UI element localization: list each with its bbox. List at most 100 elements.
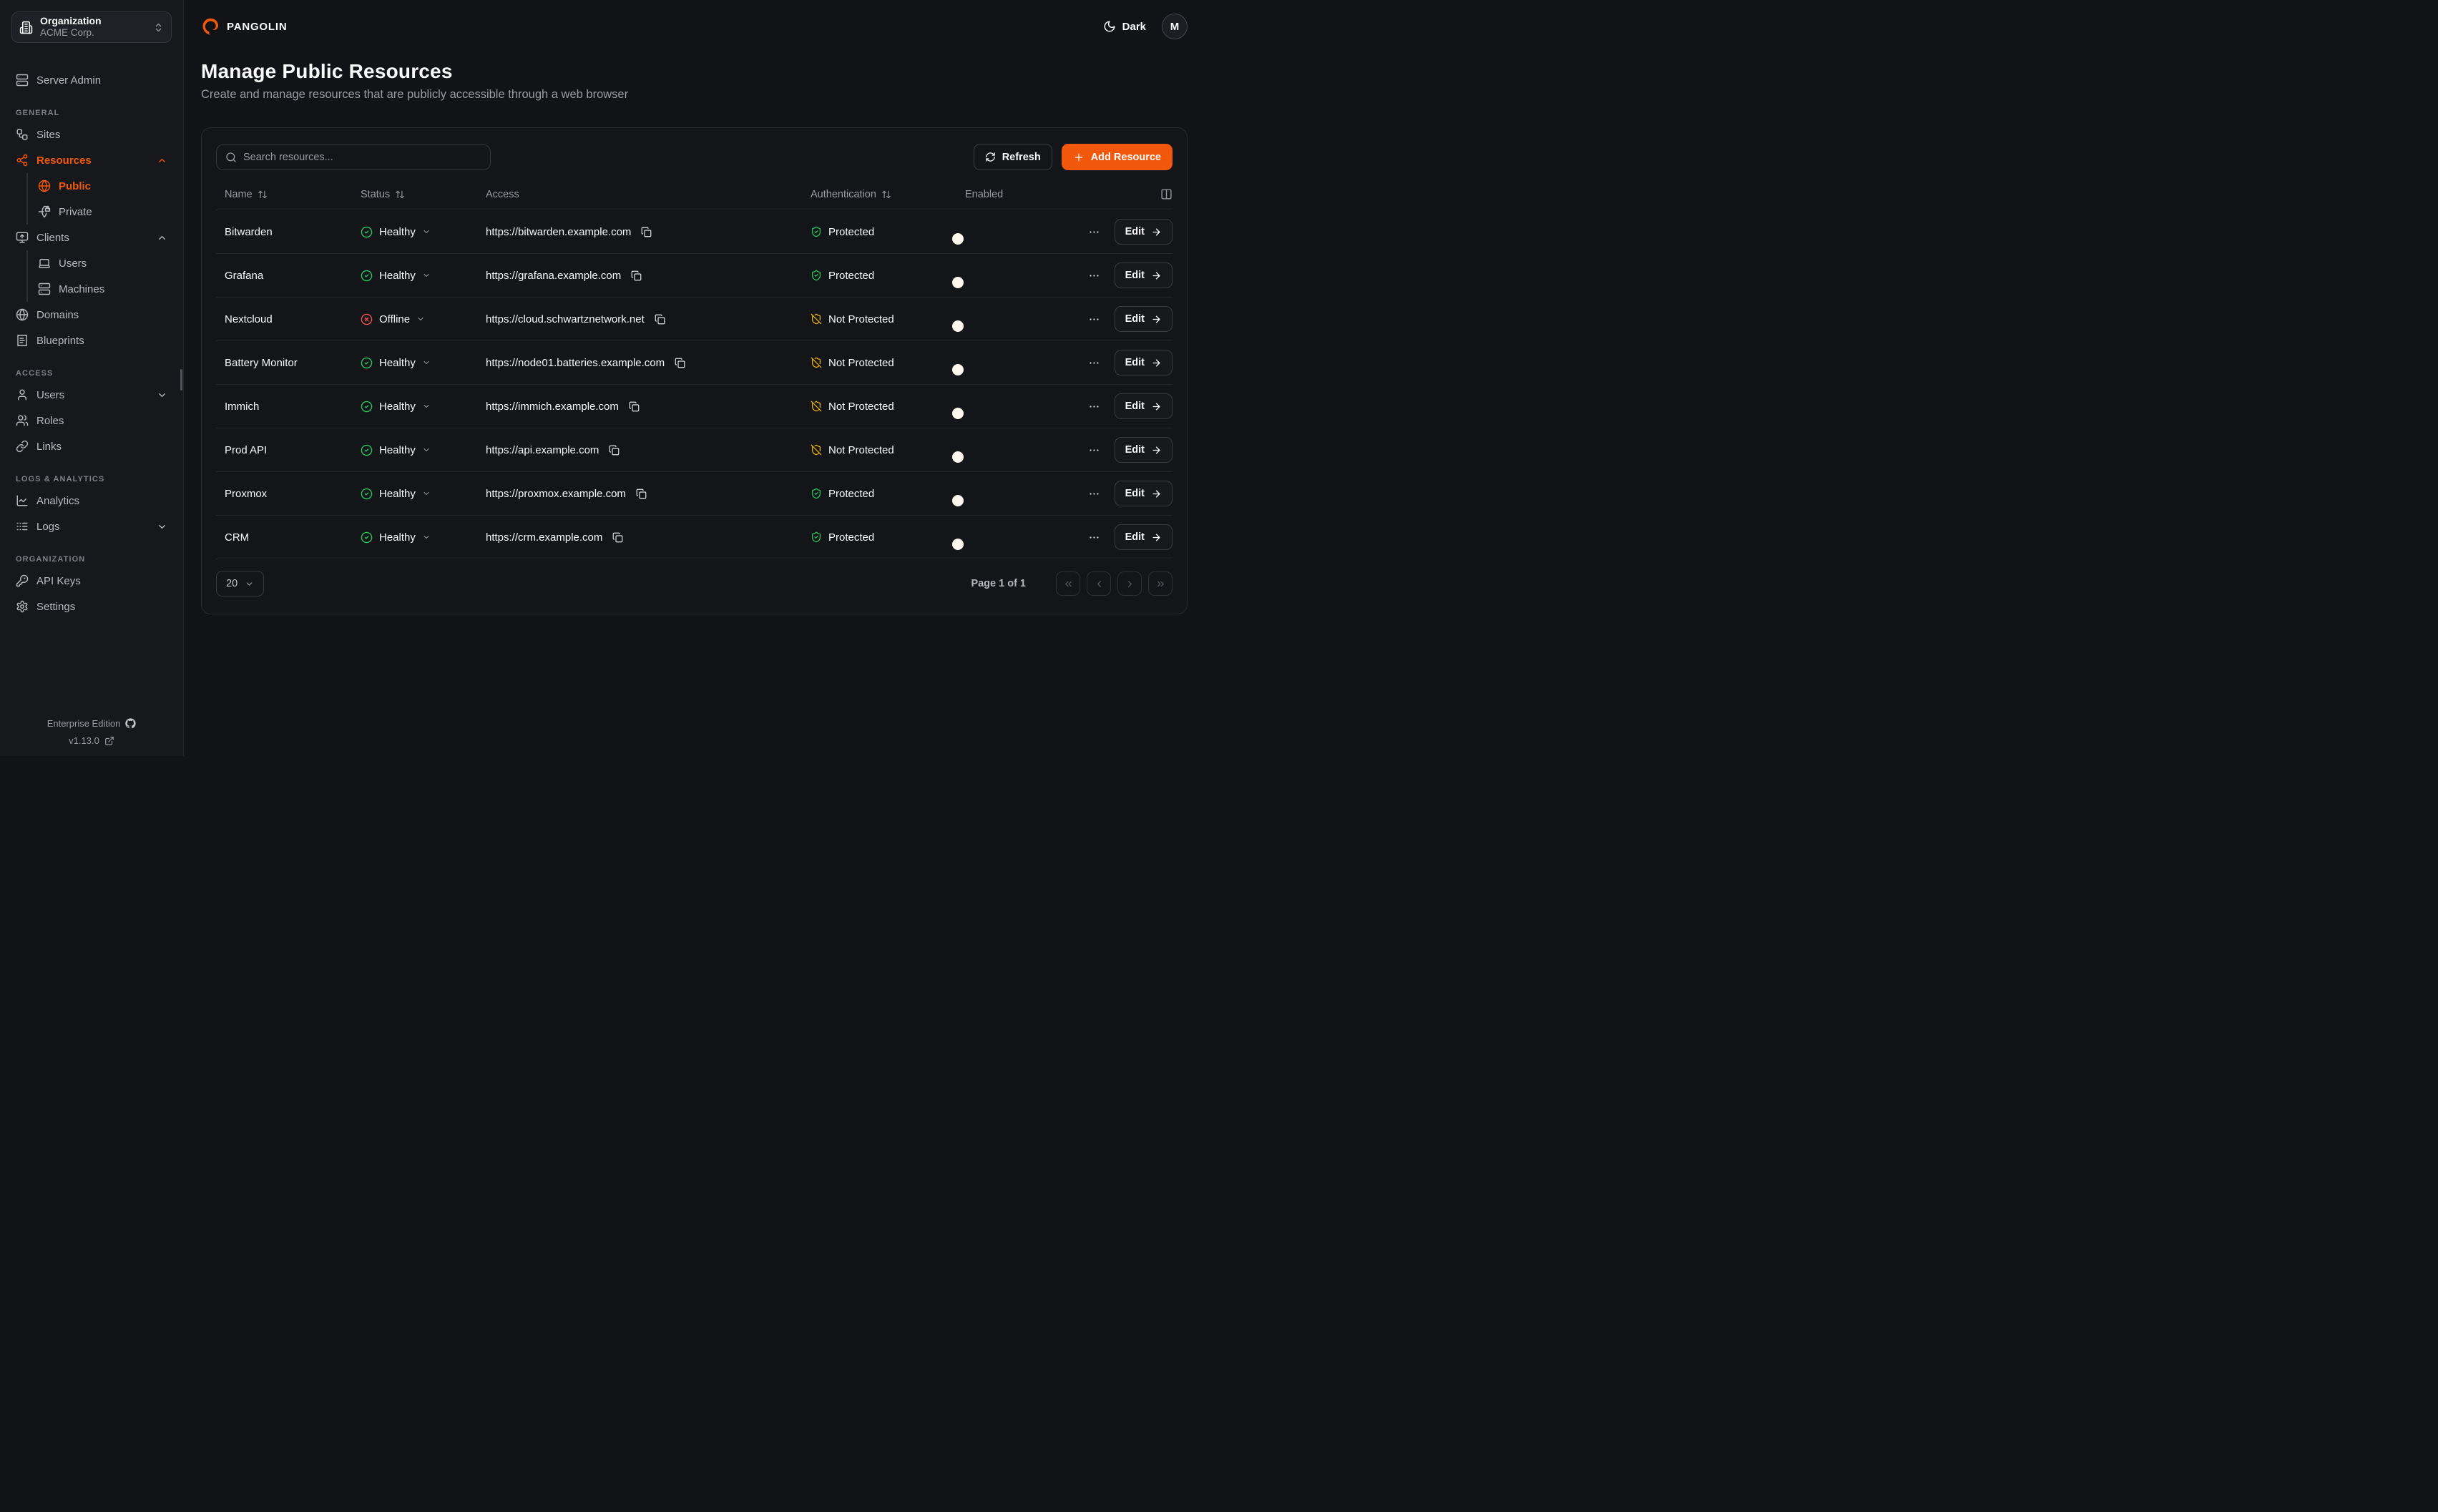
sidebar-item-users[interactable]: Users <box>11 382 172 408</box>
status-dropdown[interactable]: Offline <box>361 313 486 325</box>
status-dropdown[interactable]: Healthy <box>361 444 486 456</box>
sidebar-item-blueprints[interactable]: Blueprints <box>11 328 172 353</box>
resource-name: Immich <box>216 401 361 413</box>
search-box <box>216 144 491 170</box>
column-header-authentication[interactable]: Authentication <box>811 189 965 200</box>
search-input[interactable] <box>243 152 481 163</box>
status-label: Healthy <box>379 270 416 282</box>
avatar[interactable]: M <box>1162 14 1188 39</box>
last-page-button[interactable] <box>1148 571 1173 596</box>
chevron-right-icon <box>1125 579 1135 589</box>
copy-icon[interactable] <box>653 313 667 326</box>
sidebar-item-label: Links <box>36 441 62 453</box>
copy-icon[interactable] <box>640 225 653 239</box>
circle-check-icon <box>361 444 373 456</box>
sidebar-scrollbar-thumb[interactable] <box>180 369 182 391</box>
copy-icon[interactable] <box>630 269 643 283</box>
status-dropdown[interactable]: Healthy <box>361 270 486 282</box>
sidebar-item-sites[interactable]: Sites <box>11 122 172 147</box>
status-dropdown[interactable]: Healthy <box>361 531 486 544</box>
sidebar-item-logs[interactable]: Logs <box>11 514 172 539</box>
sidebar-item-label: Public <box>59 180 91 192</box>
sidebar-item-client-users[interactable]: Users <box>34 250 172 276</box>
shield-check-icon <box>811 270 822 281</box>
status-label: Healthy <box>379 444 416 456</box>
sidebar-item-links[interactable]: Links <box>11 433 172 459</box>
edit-button[interactable]: Edit <box>1115 350 1173 375</box>
brand[interactable]: PANGOLIN <box>201 17 287 36</box>
sidebar-item-machines[interactable]: Machines <box>34 276 172 302</box>
prev-page-button[interactable] <box>1087 571 1111 596</box>
sidebar-item-clients[interactable]: Clients <box>11 225 172 250</box>
row-menu-icon[interactable] <box>1087 529 1102 546</box>
sidebar-item-roles[interactable]: Roles <box>11 408 172 433</box>
avatar-initial: M <box>1170 21 1180 33</box>
edit-button[interactable]: Edit <box>1115 437 1173 463</box>
page-info: Page 1 of 1 <box>971 578 1026 589</box>
next-page-button[interactable] <box>1117 571 1142 596</box>
copy-icon[interactable] <box>673 356 687 370</box>
sidebar-item-server-admin[interactable]: Server Admin <box>11 67 172 93</box>
sidebar-item-settings[interactable]: Settings <box>11 594 172 619</box>
edit-label: Edit <box>1125 401 1145 412</box>
column-toggle[interactable] <box>1051 188 1173 200</box>
first-page-button[interactable] <box>1056 571 1080 596</box>
copy-icon[interactable] <box>611 531 625 544</box>
search-icon <box>225 152 237 163</box>
column-header-name[interactable]: Name <box>216 189 361 200</box>
row-menu-icon[interactable] <box>1087 354 1102 372</box>
row-menu-icon[interactable] <box>1087 398 1102 416</box>
row-menu-icon[interactable] <box>1087 223 1102 241</box>
edit-button[interactable]: Edit <box>1115 393 1173 419</box>
edit-button[interactable]: Edit <box>1115 481 1173 506</box>
resource-name: Grafana <box>216 270 361 282</box>
chevron-down-icon <box>422 489 431 498</box>
sidebar-footer: Enterprise Edition v1.13.0 <box>11 718 172 746</box>
edit-button[interactable]: Edit <box>1115 524 1173 550</box>
chevron-down-icon <box>422 446 431 454</box>
arrow-right-icon <box>1151 489 1162 499</box>
sidebar-item-domains[interactable]: Domains <box>11 302 172 328</box>
status-dropdown[interactable]: Healthy <box>361 488 486 500</box>
sidebar-item-analytics[interactable]: Analytics <box>11 488 172 514</box>
resource-name: Bitwarden <box>216 226 361 238</box>
edit-button[interactable]: Edit <box>1115 306 1173 332</box>
auth-label: Not Protected <box>828 357 894 369</box>
refresh-button[interactable]: Refresh <box>974 144 1052 170</box>
status-dropdown[interactable]: Healthy <box>361 357 486 369</box>
chevron-down-icon <box>416 315 425 323</box>
sidebar-item-resources[interactable]: Resources <box>11 147 172 173</box>
status-dropdown[interactable]: Healthy <box>361 401 486 413</box>
sidebar-item-private[interactable]: Private <box>34 199 172 225</box>
github-icon[interactable] <box>125 718 136 729</box>
copy-icon[interactable] <box>627 400 641 413</box>
edit-button[interactable]: Edit <box>1115 219 1173 245</box>
edit-label: Edit <box>1125 531 1145 543</box>
row-menu-icon[interactable] <box>1087 441 1102 459</box>
arrow-right-icon <box>1151 314 1162 325</box>
theme-toggle[interactable]: Dark <box>1103 20 1146 33</box>
external-link-icon[interactable] <box>104 736 114 746</box>
edit-button[interactable]: Edit <box>1115 262 1173 288</box>
org-value: ACME Corp. <box>40 27 146 39</box>
page-size-select[interactable]: 20 <box>216 571 264 597</box>
copy-icon[interactable] <box>635 487 648 501</box>
column-header-enabled: Enabled <box>965 189 1051 200</box>
copy-icon[interactable] <box>607 443 621 457</box>
org-switcher[interactable]: Organization ACME Corp. <box>11 11 172 43</box>
sidebar-item-label: Private <box>59 206 92 218</box>
key-icon <box>16 574 29 587</box>
row-menu-icon[interactable] <box>1087 485 1102 503</box>
column-header-status[interactable]: Status <box>361 189 486 200</box>
column-label: Access <box>486 189 519 200</box>
main-content: PANGOLIN Dark M Manage Public Resources … <box>184 0 1219 756</box>
sidebar-item-public[interactable]: Public <box>34 173 172 199</box>
add-resource-button[interactable]: Add Resource <box>1062 144 1173 170</box>
access-url: https://crm.example.com <box>486 531 602 544</box>
sidebar-nav: Server Admin GENERAL Sites Resources Pub… <box>11 67 172 619</box>
auth-label: Protected <box>828 488 874 500</box>
row-menu-icon[interactable] <box>1087 267 1102 285</box>
row-menu-icon[interactable] <box>1087 310 1102 328</box>
status-dropdown[interactable]: Healthy <box>361 226 486 238</box>
sidebar-item-api-keys[interactable]: API Keys <box>11 568 172 594</box>
